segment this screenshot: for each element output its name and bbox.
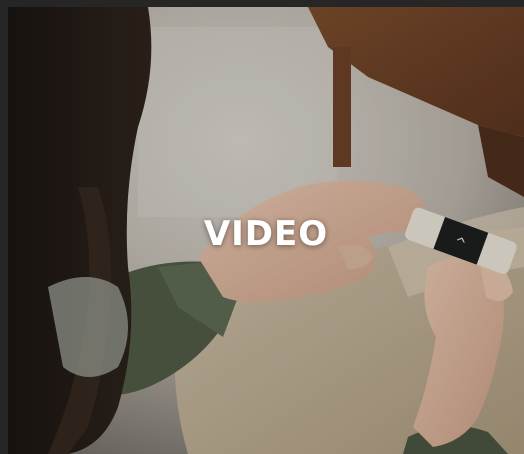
video-frame: ^ VIDEO xyxy=(0,0,524,454)
video-label: VIDEO xyxy=(203,214,329,254)
video-thumbnail[interactable]: ^ VIDEO xyxy=(8,7,524,454)
